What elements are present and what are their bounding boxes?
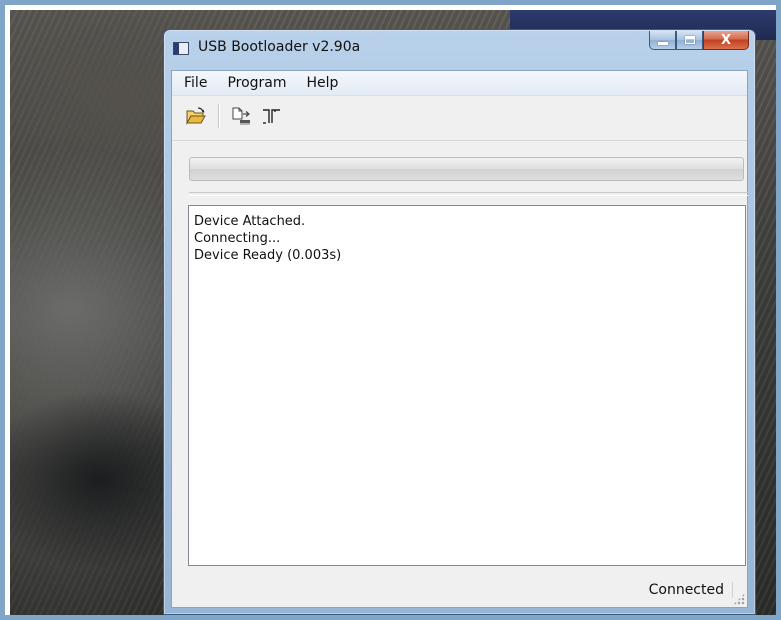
close-button[interactable]: X	[703, 31, 749, 50]
menu-help[interactable]: Help	[297, 71, 349, 95]
app-icon[interactable]	[173, 42, 189, 55]
minimize-button[interactable]	[649, 31, 676, 50]
log-output[interactable]: Device Attached. Connecting... Device Read…	[188, 205, 746, 566]
log-line: Device Attached.	[194, 214, 306, 229]
program-button[interactable]	[230, 104, 254, 128]
toolbar	[172, 96, 747, 141]
resize-grip-icon[interactable]	[733, 593, 745, 605]
client-area: File Program Help Device Attached. Conne…	[171, 70, 748, 608]
log-line: Device Ready (0.003s)	[194, 248, 342, 263]
title-bar[interactable]: USB Bootloader v2.90a X	[164, 30, 755, 70]
screenshot-frame: USB Bootloader v2.90a X File Program Hel…	[0, 0, 781, 620]
menu-file[interactable]: File	[172, 71, 217, 95]
divider	[189, 192, 748, 196]
reset-device-icon	[263, 109, 280, 124]
progress-bar	[189, 157, 744, 181]
maximize-icon	[684, 36, 695, 44]
status-bar: Connected	[172, 577, 747, 607]
minimize-icon	[657, 41, 668, 45]
toolbar-separator	[218, 104, 220, 128]
status-text: Connected	[649, 582, 733, 598]
program-device-icon	[232, 107, 250, 125]
close-icon: X	[720, 32, 732, 48]
menu-program[interactable]: Program	[217, 71, 296, 95]
window-title: USB Bootloader v2.90a	[198, 39, 361, 55]
caption-buttons: X	[649, 31, 749, 51]
open-file-button[interactable]	[184, 104, 208, 128]
log-line: Connecting...	[194, 231, 281, 246]
open-folder-icon	[186, 107, 206, 125]
menu-bar: File Program Help	[172, 71, 747, 96]
maximize-button[interactable]	[676, 31, 703, 50]
reset-button[interactable]	[260, 104, 284, 128]
bootloader-window: USB Bootloader v2.90a X File Program Hel…	[163, 29, 756, 615]
